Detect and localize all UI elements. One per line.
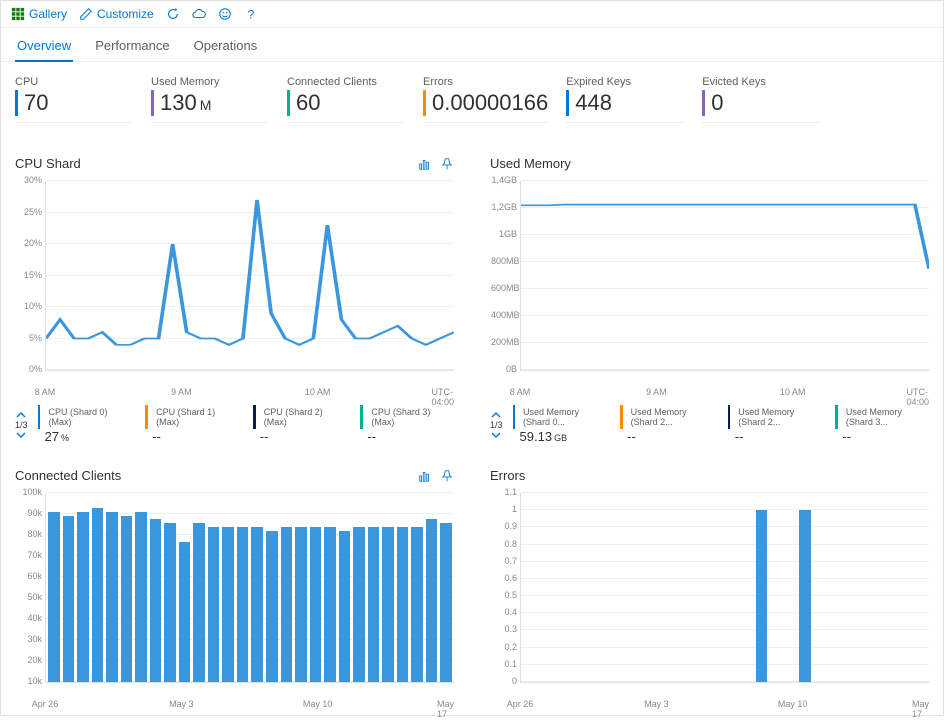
bar-chart-icon[interactable] [418,157,432,171]
sparkline [423,122,548,138]
pin-icon[interactable] [440,469,454,483]
sparkline [151,122,269,138]
tabs: Overview Performance Operations [1,28,943,62]
help-icon: ? [244,7,258,21]
chart-connected-clients: Connected Clients 10k20k30k40k50k60k70k8… [15,468,454,711]
chart-used-memory: Used Memory 0B200MB400MB600MB800MB1GB1,2… [490,156,929,444]
refresh-button[interactable] [166,7,180,21]
chart-x-axis: 8 AM9 AM10 AMUTC-04:00 [45,387,454,399]
chart-title: Errors [490,468,525,483]
kpi-connected-clients[interactable]: Connected Clients 60 [287,76,405,138]
tab-performance[interactable]: Performance [93,34,171,61]
legend-item[interactable]: CPU (Shard 3) (Max)-- [360,405,454,444]
grid-icon [11,7,25,21]
tab-overview[interactable]: Overview [15,34,73,61]
chart-plot[interactable]: 0%5%10%15%20%25%30% [45,181,454,371]
charts-grid: CPU Shard 0%5%10%15%20%25%30% 8 AM9 AM10… [1,142,943,725]
legend-item[interactable]: Used Memory (Shard 3...-- [835,405,929,444]
chart-errors: Errors 00.10.20.30.40.50.60.70.80.911.1 … [490,468,929,711]
chart-plot[interactable]: 10k20k30k40k50k60k70k80k90k100k [45,493,454,683]
legend-item[interactable]: CPU (Shard 0) (Max)27% [38,405,132,444]
pin-icon[interactable] [440,157,454,171]
kpi-label: Evicted Keys [702,76,820,88]
gallery-button[interactable]: Gallery [11,7,67,21]
kpi-row: CPU 70 Used Memory 130M Connected Client… [1,62,943,142]
kpi-evicted-keys[interactable]: Evicted Keys 0 [702,76,820,138]
kpi-label: Errors [423,76,548,88]
chevron-down-icon[interactable] [491,430,501,440]
kpi-errors[interactable]: Errors 0.00000166 [423,76,548,138]
chart-legend: 1/3 Used Memory (Shard 0...59.13GB Used M… [490,405,929,444]
cloud-icon [192,7,206,21]
chart-plot[interactable]: 00.10.20.30.40.50.60.70.80.911.1 [520,493,929,683]
chart-title: Used Memory [490,156,571,171]
legend-item[interactable]: Used Memory (Shard 2...-- [728,405,822,444]
kpi-label: Used Memory [151,76,269,88]
kpi-label: Connected Clients [287,76,405,88]
legend-item[interactable]: CPU (Shard 2) (Max)-- [253,405,347,444]
sparkline [702,122,820,138]
legend-item[interactable]: CPU (Shard 1) (Max)-- [145,405,239,444]
sparkline [566,122,684,138]
kpi-cpu[interactable]: CPU 70 [15,76,133,138]
pencil-icon [79,7,93,21]
legend-item[interactable]: Used Memory (Shard 0...59.13GB [513,405,607,444]
chart-x-axis: Apr 26May 3May 10May 17 [520,699,929,711]
bar-chart-icon[interactable] [418,469,432,483]
legend-pager: 1/3 [15,410,28,440]
toolbar: Gallery Customize ? [1,1,943,28]
svg-text:?: ? [247,7,254,21]
kpi-label: CPU [15,76,133,88]
help-button[interactable]: ? [244,7,258,21]
sparkline [15,122,133,138]
legend-item[interactable]: Used Memory (Shard 2...-- [620,405,714,444]
tab-operations[interactable]: Operations [192,34,260,61]
chart-title: Connected Clients [15,468,121,483]
kpi-accent [15,90,18,116]
chevron-down-icon[interactable] [16,430,26,440]
legend-pager: 1/3 [490,410,503,440]
cloud-button[interactable] [192,7,206,21]
chart-x-axis: Apr 26May 3May 10May 17 [45,699,454,711]
chevron-up-icon[interactable] [491,410,501,420]
sparkline [287,122,405,138]
chart-title: CPU Shard [15,156,81,171]
chart-x-axis: 8 AM9 AM10 AMUTC-04:00 [520,387,929,399]
refresh-icon [166,7,180,21]
smiley-icon [218,7,232,21]
customize-button[interactable]: Customize [79,7,154,21]
chart-cpu-shard: CPU Shard 0%5%10%15%20%25%30% 8 AM9 AM10… [15,156,454,444]
kpi-expired-keys[interactable]: Expired Keys 448 [566,76,684,138]
gallery-label: Gallery [29,7,67,21]
chevron-up-icon[interactable] [16,410,26,420]
feedback-button[interactable] [218,7,232,21]
kpi-used-memory[interactable]: Used Memory 130M [151,76,269,138]
chart-plot[interactable]: 0B200MB400MB600MB800MB1GB1,2GB1,4GB [520,181,929,371]
chart-legend: 1/3 CPU (Shard 0) (Max)27% CPU (Shard 1) … [15,405,454,444]
customize-label: Customize [97,7,154,21]
kpi-label: Expired Keys [566,76,684,88]
